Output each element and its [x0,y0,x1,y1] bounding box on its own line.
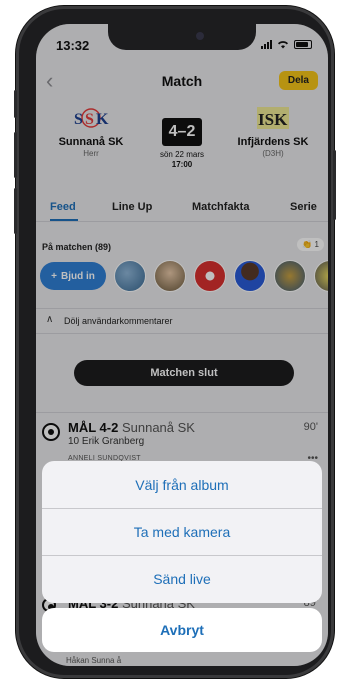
send-live-button[interactable]: Sänd live [42,555,322,602]
volume-down-button [14,188,17,234]
action-sheet: Välj från album Ta med kamera Sänd live [42,461,322,603]
cancel-button[interactable]: Avbryt [42,608,322,652]
screen: 13:32 ‹ Match Dela S S K Sunnanå SK Herr… [36,24,328,666]
take-with-camera-button[interactable]: Ta med kamera [42,508,322,555]
power-button [333,150,336,220]
choose-from-album-button[interactable]: Välj från album [42,461,322,508]
mute-switch [14,90,17,118]
camera-icon [196,32,204,40]
volume-up-button [14,132,17,178]
notch [108,24,256,50]
